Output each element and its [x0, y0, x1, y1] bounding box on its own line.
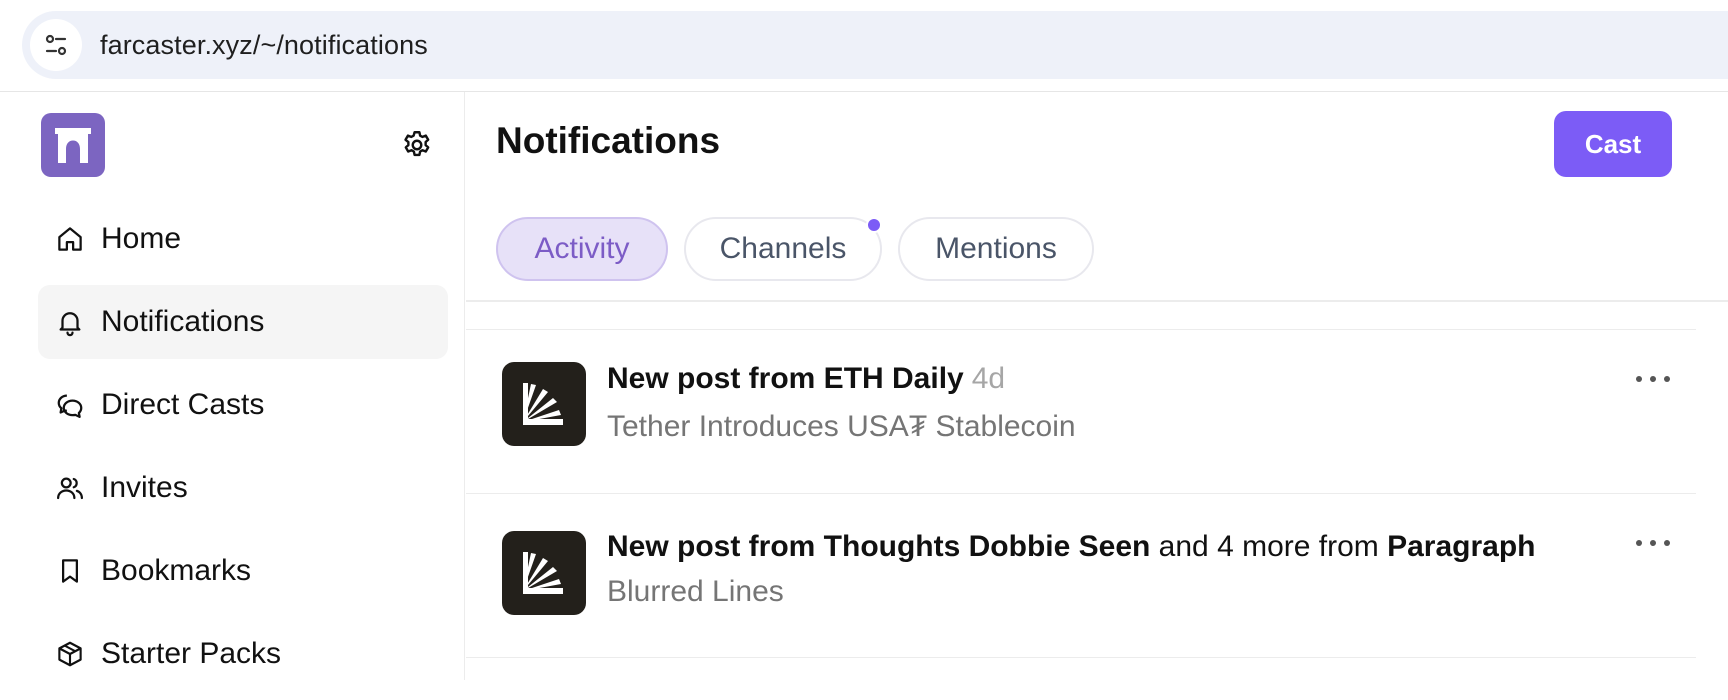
address-bar[interactable]: farcaster.xyz/~/notifications — [22, 11, 1728, 79]
dot — [1636, 376, 1642, 382]
dot — [1650, 376, 1656, 382]
bell-icon — [54, 306, 86, 338]
paragraph-burst-icon — [523, 552, 563, 594]
sidebar-item-label: Invites — [101, 471, 188, 504]
tab-activity[interactable]: Activity — [496, 217, 668, 281]
sidebar-item-home[interactable]: Home — [38, 202, 448, 276]
cast-button[interactable]: Cast — [1554, 111, 1672, 177]
main-panel: Notifications Cast Activity Channels Men… — [466, 92, 1728, 680]
notification-item[interactable]: New post from Thoughts Dobbie Seen and 4… — [466, 494, 1696, 658]
arch-logo-icon — [55, 128, 91, 163]
page-title: Notifications — [496, 120, 721, 161]
dot — [1636, 540, 1642, 546]
paragraph-logo — [502, 531, 586, 615]
sidebar-nav: Home Notifications Direct Casts Invites … — [38, 202, 448, 700]
sidebar-item-label: Notifications — [101, 305, 265, 338]
notification-headline: New post from Thoughts Dobbie Seen — [607, 530, 1151, 563]
tab-label: Channels — [719, 232, 847, 265]
sidebar-item-label: Bookmarks — [101, 554, 252, 587]
tab-channels[interactable]: Channels — [684, 217, 882, 281]
notification-subtitle: Blurred Lines — [607, 575, 784, 608]
tune-icon — [45, 34, 67, 56]
paragraph-logo — [502, 362, 586, 446]
dot — [1664, 376, 1670, 382]
more-options-button[interactable] — [1631, 367, 1675, 391]
chat-bubbles-icon — [54, 389, 86, 421]
home-icon — [54, 223, 86, 255]
notification-title: New post from Thoughts Dobbie Seen and 4… — [607, 530, 1536, 564]
sidebar-item-label: Starter Packs — [101, 637, 282, 670]
sidebar-item-notifications[interactable]: Notifications — [38, 285, 448, 359]
sidebar-item-label: Home — [101, 222, 182, 255]
more-options-button[interactable] — [1631, 531, 1675, 555]
sidebar-item-invites[interactable]: Invites — [38, 451, 448, 525]
bookmark-icon — [54, 555, 86, 587]
sidebar-item-bookmarks[interactable]: Bookmarks — [38, 534, 448, 608]
sidebar-item-label: Direct Casts — [101, 388, 265, 421]
divider — [466, 300, 1728, 302]
notification-subtitle: Tether Introduces USA₮ Stablecoin — [607, 410, 1076, 443]
sidebar-item-direct-casts[interactable]: Direct Casts — [38, 368, 448, 442]
paragraph-burst-icon — [523, 383, 563, 425]
dot — [1650, 540, 1656, 546]
sidebar: Home Notifications Direct Casts Invites … — [0, 92, 465, 680]
notification-source: Paragraph — [1387, 530, 1536, 563]
tab-label: Activity — [534, 232, 630, 265]
dot — [1664, 540, 1670, 546]
url-text[interactable]: farcaster.xyz/~/notifications — [100, 30, 428, 61]
unread-dot — [866, 217, 882, 233]
farcaster-logo[interactable] — [41, 113, 105, 177]
users-icon — [54, 472, 86, 504]
notification-tabs: Activity Channels Mentions — [496, 217, 1110, 281]
tab-label: Mentions — [935, 232, 1057, 265]
tab-mentions[interactable]: Mentions — [898, 217, 1094, 281]
box-icon — [54, 638, 86, 670]
site-info-button[interactable] — [30, 19, 82, 71]
settings-button[interactable] — [398, 126, 436, 164]
gear-icon — [404, 131, 430, 157]
notification-headline: New post from ETH Daily — [607, 362, 964, 395]
notification-connector: and 4 more from — [1150, 530, 1388, 563]
timestamp: 4d — [971, 362, 1006, 395]
notification-item[interactable]: New post from ETH Daily 4d Tether Introdu… — [466, 330, 1696, 494]
browser-toolbar: farcaster.xyz/~/notifications — [0, 0, 1728, 92]
notification-title: New post from ETH Daily 4d — [607, 362, 1005, 396]
